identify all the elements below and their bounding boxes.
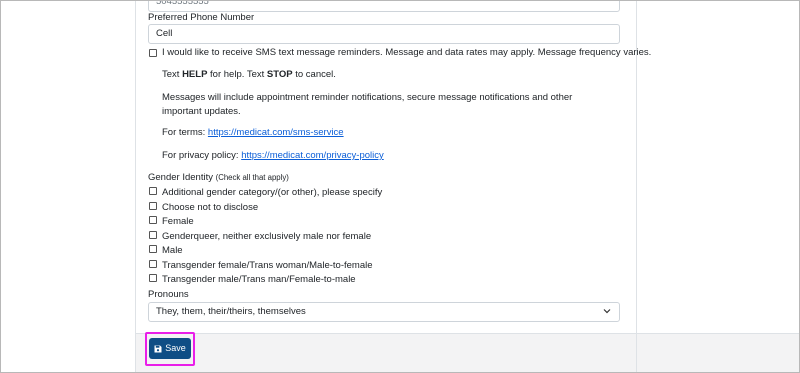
gender-option-label: Additional gender category/(or other), p… [162,187,383,198]
sms-consent-label: I would like to receive SMS text message… [162,47,652,58]
pronouns-select[interactable]: They, them, their/theirs, themselves [148,302,620,322]
patient-form: 5045555555 Preferred Phone Number Cell I… [136,0,651,373]
gender-option-label: Transgender male/Trans man/Female-to-mal… [162,274,356,285]
privacy-link[interactable]: https://medicat.com/privacy-policy [241,150,384,161]
preferred-phone-input[interactable]: Cell [148,24,620,44]
save-button-label: Save [165,343,186,353]
gender-option-checkbox[interactable] [149,274,157,282]
floppy-disk-icon [154,345,162,352]
sms-help-text: Text HELP for help. Text STOP to cancel. [162,69,336,80]
right-panel-footer [637,333,800,373]
gender-option-checkbox[interactable] [149,202,157,210]
gender-option-label: Female [162,216,194,227]
chevron-down-icon [603,303,611,321]
gender-option-checkbox[interactable] [149,216,157,224]
sms-consent-checkbox[interactable] [149,49,157,57]
terms-link[interactable]: https://medicat.com/sms-service [208,127,344,138]
gender-option-label: Male [162,245,183,256]
gender-option-checkbox[interactable] [149,245,157,253]
pronouns-selected-value: They, them, their/theirs, themselves [156,306,306,317]
form-footer [136,333,636,373]
save-button[interactable]: Save [149,338,191,359]
preferred-phone-label: Preferred Phone Number [148,12,255,23]
gender-option-checkbox[interactable] [149,231,157,239]
sms-messages-text: Messages will include appointment remind… [162,92,573,117]
pronouns-label: Pronouns [148,289,189,300]
gender-option-label: Genderqueer, neither exclusively male no… [162,231,372,242]
gender-option-label: Choose not to disclose [162,202,259,213]
sms-privacy-text: For privacy policy: https://medicat.com/… [162,150,384,161]
gender-option-checkbox[interactable] [149,187,157,195]
sms-terms-text: For terms: https://medicat.com/sms-servi… [162,127,344,138]
gender-identity-label: Gender Identity (Check all that apply) [148,172,289,183]
gender-option-label: Transgender female/Trans woman/Male-to-f… [162,260,373,271]
gender-option-checkbox[interactable] [149,260,157,268]
phone-number-input[interactable]: 5045555555 [148,0,620,12]
